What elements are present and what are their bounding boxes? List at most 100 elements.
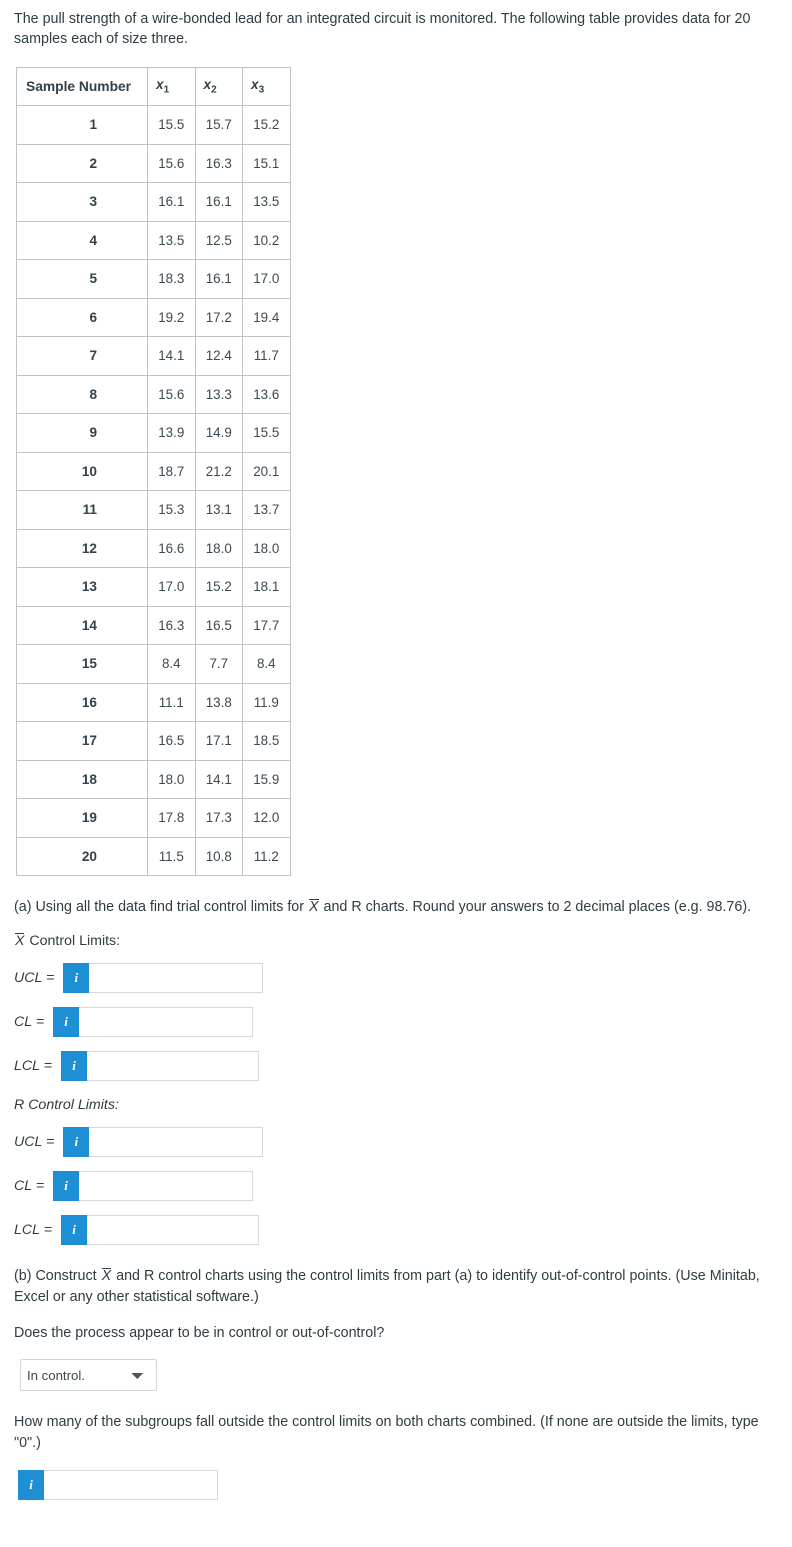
xbar-cl-input-group: i [53, 1007, 254, 1038]
xbar-cl-input[interactable] [79, 1007, 254, 1038]
header-sample-number: Sample Number [16, 66, 148, 107]
cell-sample-number: 18 [16, 759, 148, 800]
cell-x2: 10.8 [194, 836, 243, 877]
cell-x3: 13.6 [242, 374, 291, 415]
cell-x1: 14.1 [147, 336, 196, 376]
part-b-prompt: (b) Construct X and R control charts usi… [14, 1266, 774, 1307]
cell-x1: 16.6 [147, 528, 196, 569]
cell-x1: 17.8 [147, 798, 196, 838]
info-icon[interactable]: i [61, 1051, 87, 1082]
r-cl-input-group: i [53, 1171, 254, 1202]
part-a-prompt-pre: (a) Using all the data find trial contro… [14, 899, 308, 916]
header-x3-subscript: 3 [258, 84, 265, 96]
r-lcl-input-group: i [61, 1215, 259, 1246]
xbar-lcl-label: LCL = [14, 1058, 52, 1075]
part-b-prompt-post: and R control charts using the control l… [14, 1268, 760, 1305]
table-row: 2 15.6 16.3 15.1 [16, 143, 291, 184]
xbar-control-limits-label: X Control Limits: [14, 933, 778, 949]
table-row: 8 15.6 13.3 13.6 [16, 374, 291, 415]
cell-x2: 13.1 [194, 490, 243, 530]
cell-x1: 13.9 [147, 413, 196, 453]
info-icon[interactable]: i [63, 963, 90, 994]
table-row: 18 18.0 14.1 15.9 [16, 759, 291, 800]
table-row: 7 14.1 12.4 11.7 [16, 336, 291, 376]
cell-x1: 11.1 [147, 682, 196, 723]
cell-sample-number: 10 [16, 451, 148, 492]
cell-sample-number: 19 [16, 798, 148, 838]
cell-x1: 15.6 [147, 143, 196, 184]
cell-sample-number: 1 [16, 105, 148, 145]
cell-sample-number: 4 [16, 220, 148, 261]
cell-x2: 16.5 [194, 605, 243, 646]
control-status-select[interactable]: In control.Out-of-control. [20, 1359, 157, 1392]
cell-x3: 18.0 [242, 528, 291, 569]
cell-x3: 15.9 [242, 759, 291, 800]
r-lcl-input[interactable] [87, 1215, 259, 1246]
cell-x3: 11.7 [242, 336, 291, 376]
cell-sample-number: 11 [16, 490, 148, 530]
table-row: 20 11.5 10.8 11.2 [16, 836, 291, 877]
r-cl-input[interactable] [79, 1171, 254, 1202]
xbar-ucl-row: UCL = i [14, 963, 778, 994]
info-icon[interactable]: i [61, 1215, 87, 1246]
table-row: 12 16.6 18.0 18.0 [16, 528, 291, 569]
cell-x3: 12.0 [242, 798, 291, 838]
cell-x3: 15.2 [242, 105, 291, 145]
cell-sample-number: 9 [16, 413, 148, 453]
cell-sample-number: 17 [16, 721, 148, 761]
part-b-prompt-pre: (b) Construct [14, 1268, 101, 1285]
cell-x3: 18.1 [242, 567, 291, 607]
info-icon[interactable]: i [18, 1469, 44, 1500]
xbar-lcl-input[interactable] [87, 1051, 259, 1082]
x-bar-symbol: X [101, 1268, 112, 1285]
xbar-cl-row: CL = i [14, 1007, 778, 1038]
cell-x3: 15.1 [242, 143, 291, 184]
r-lcl-label: LCL = [14, 1222, 52, 1239]
subgroups-question: How many of the subgroups fall outside t… [14, 1414, 759, 1451]
cell-x2: 16.1 [194, 259, 243, 299]
xbar-lcl-row: LCL = i [14, 1051, 778, 1082]
info-icon[interactable]: i [53, 1007, 80, 1038]
cell-x1: 18.7 [147, 451, 196, 492]
r-control-limits-text: R Control Limits: [14, 1097, 119, 1114]
question-page: The pull strength of a wire-bonded lead … [0, 0, 792, 1500]
r-ucl-input[interactable] [89, 1127, 264, 1158]
cell-x1: 13.5 [147, 220, 196, 261]
r-cl-row: CL = i [14, 1171, 778, 1202]
cell-sample-number: 20 [16, 836, 148, 877]
r-lcl-row: LCL = i [14, 1215, 778, 1246]
x-bar-symbol: X [309, 899, 319, 916]
cell-x2: 17.2 [194, 297, 243, 338]
table-row: 17 16.5 17.1 18.5 [16, 721, 291, 761]
table-header-row: Sample Number x1 x2 x3 [16, 66, 291, 107]
cell-sample-number: 15 [16, 644, 148, 684]
info-icon[interactable]: i [63, 1127, 90, 1158]
xbar-ucl-input[interactable] [89, 963, 264, 994]
table-row: 16 11.1 13.8 11.9 [16, 682, 291, 723]
xbar-control-limits-text: Control Limits: [25, 933, 121, 950]
xbar-ucl-label: UCL = [14, 970, 55, 987]
header-x1: x1 [147, 66, 196, 107]
cell-x3: 15.5 [242, 413, 291, 453]
subgroups-count-input[interactable] [44, 1469, 218, 1500]
part-a-prompt-post: and R charts. Round your answers to 2 de… [319, 899, 752, 916]
cell-x3: 17.7 [242, 605, 291, 646]
header-x2-subscript: 2 [211, 84, 217, 96]
cell-x1: 11.5 [147, 836, 196, 877]
xbar-ucl-input-group: i [63, 963, 264, 994]
table-row: 3 16.1 16.1 13.5 [16, 182, 291, 222]
cell-x1: 16.3 [147, 605, 196, 646]
cell-x2: 12.5 [194, 220, 243, 261]
cell-x3: 20.1 [242, 451, 291, 492]
r-cl-label: CL = [14, 1178, 45, 1195]
table-row: 11 15.3 13.1 13.7 [16, 490, 291, 530]
header-x1-symbol: x [156, 76, 164, 92]
cell-x1: 16.5 [147, 721, 196, 761]
x-bar-symbol: X [15, 933, 25, 950]
cell-x3: 11.2 [242, 836, 291, 877]
cell-sample-number: 12 [16, 528, 148, 569]
info-icon[interactable]: i [53, 1171, 80, 1202]
table-row: 15 8.4 7.7 8.4 [16, 644, 291, 684]
cell-sample-number: 14 [16, 605, 148, 646]
cell-sample-number: 16 [16, 682, 148, 723]
